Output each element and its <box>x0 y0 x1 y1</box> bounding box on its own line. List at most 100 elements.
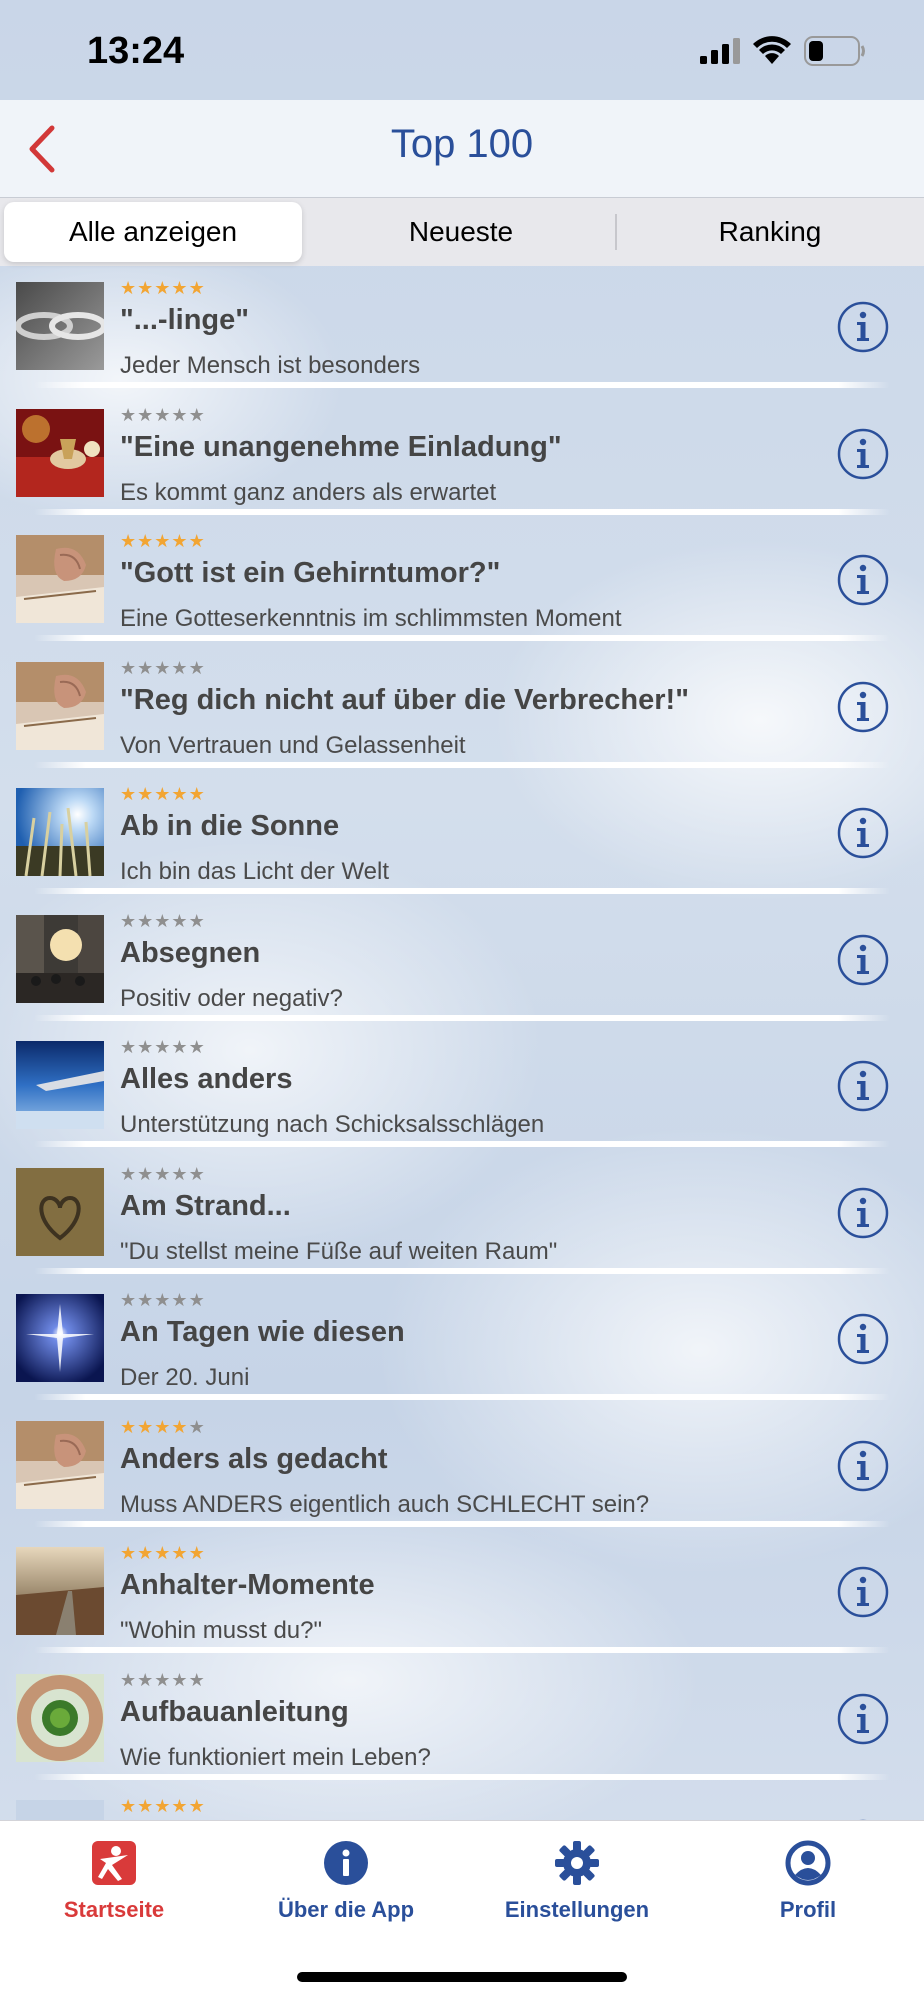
star-icon: ★ <box>188 531 206 552</box>
item-title: Anders als gedacht <box>120 1443 388 1475</box>
star-icon: ★ <box>171 1796 189 1817</box>
star-icon: ★ <box>120 1796 138 1817</box>
star-icon: ★ <box>137 1670 155 1691</box>
list-item[interactable]: ★★★★★ Am Strand... "Du stellst meine Füße … <box>0 1152 924 1278</box>
star-rating: ★★★★★ <box>120 1796 206 1817</box>
list-item[interactable]: ★★★★★ Ab in die Sonne Ich bin das Licht de… <box>0 772 924 898</box>
star-icon: ★ <box>188 1037 206 1058</box>
star-rating: ★★★★★ <box>120 1037 206 1058</box>
star-icon: ★ <box>137 784 155 805</box>
list-item[interactable]: ★★★★★ "Gott ist ein Gehirntumor?" Eine Got… <box>0 519 924 645</box>
segment-ranking[interactable]: Ranking <box>620 202 920 262</box>
row-separator <box>34 1015 890 1021</box>
item-subtitle: "Du stellst meine Füße auf weiten Raum" <box>120 1238 558 1265</box>
star-rating: ★★★★★ <box>120 531 206 552</box>
airplane-wing-thumbnail <box>16 1041 104 1129</box>
star-thumbnail <box>16 1294 104 1382</box>
info-button[interactable] <box>836 806 890 860</box>
sand-heart-thumbnail <box>16 1168 104 1256</box>
star-rating: ★★★★★ <box>120 1543 206 1564</box>
star-icon: ★ <box>188 1543 206 1564</box>
item-title: An Tagen wie diesen <box>120 1316 405 1348</box>
info-button[interactable] <box>836 1059 890 1113</box>
info-button[interactable] <box>836 300 890 354</box>
info-button[interactable] <box>836 1186 890 1240</box>
row-separator <box>34 509 890 515</box>
item-title: "...-linge" <box>120 304 249 336</box>
list-item[interactable]: ★★★★★ Anders als gedacht Muss ANDERS eigen… <box>0 1405 924 1531</box>
star-icon: ★ <box>137 1796 155 1817</box>
item-subtitle: Ich bin das Licht der Welt <box>120 858 390 885</box>
star-rating: ★★★★★ <box>120 1670 206 1691</box>
info-button[interactable] <box>836 1565 890 1619</box>
star-icon: ★ <box>137 1290 155 1311</box>
star-rating: ★★★★★ <box>120 784 206 805</box>
info-circle-icon <box>837 1187 889 1239</box>
list-item[interactable]: ★★★★★ "Reg dich nicht auf über die Verbre… <box>0 646 924 772</box>
row-separator <box>34 1647 890 1653</box>
battery-icon <box>804 36 865 66</box>
praying-hands-thumbnail <box>16 1421 104 1509</box>
info-circle-icon <box>837 1566 889 1618</box>
row-separator <box>34 1141 890 1147</box>
info-button[interactable] <box>836 1312 890 1366</box>
segmented-control: Alle anzeigen Neueste Ranking <box>0 198 924 266</box>
item-subtitle: Es kommt ganz anders als erwartet <box>120 479 497 506</box>
info-button[interactable] <box>836 933 890 987</box>
star-icon: ★ <box>137 1543 155 1564</box>
info-button[interactable] <box>836 1692 890 1746</box>
item-subtitle: Jeder Mensch ist besonders <box>120 352 421 379</box>
item-subtitle: Der 20. Juni <box>120 1364 250 1391</box>
star-icon: ★ <box>120 1417 138 1438</box>
info-button[interactable] <box>836 680 890 734</box>
star-icon: ★ <box>171 1417 189 1438</box>
star-icon: ★ <box>171 1290 189 1311</box>
item-subtitle: Muss ANDERS eigentlich auch SCHLECHT sei… <box>120 1491 650 1518</box>
info-circle-icon <box>837 554 889 606</box>
tab-startseite[interactable]: Startseite <box>14 1839 214 1939</box>
star-icon: ★ <box>120 1037 138 1058</box>
list-item[interactable]: ★★★★★ "...-linge" Jeder Mensch ist besonde… <box>0 266 924 392</box>
list-item[interactable]: ★★★★★ Aufbauanleitung Wie funktioniert mei… <box>0 1658 924 1784</box>
star-icon: ★ <box>120 784 138 805</box>
list-item[interactable]: ★★★★★ <box>0 1784 924 1820</box>
list-item[interactable]: ★★★★★ An Tagen wie diesen Der 20. Juni <box>0 1278 924 1404</box>
info-button[interactable] <box>836 1439 890 1493</box>
star-icon: ★ <box>137 531 155 552</box>
info-circle-icon <box>837 301 889 353</box>
star-icon: ★ <box>120 1670 138 1691</box>
info-button[interactable] <box>836 553 890 607</box>
red-table-thumbnail <box>16 409 104 497</box>
tab-label-startseite: Startseite <box>63 1897 165 1922</box>
item-title: Ab in die Sonne <box>120 810 340 842</box>
star-icon: ★ <box>154 911 172 932</box>
tab-einstellungen[interactable]: Einstellungen <box>477 1839 677 1939</box>
navigation-bar: Top 100 <box>0 100 924 198</box>
star-icon: ★ <box>120 405 138 426</box>
star-icon: ★ <box>188 1164 206 1185</box>
star-icon: ★ <box>154 1164 172 1185</box>
info-circle-icon <box>837 807 889 859</box>
item-subtitle: Positiv oder negativ? <box>120 985 343 1012</box>
star-icon: ★ <box>171 1670 189 1691</box>
tab-label-ueber-die-app: Über die App <box>277 1897 415 1922</box>
row-separator <box>34 1394 890 1400</box>
list-item[interactable]: ★★★★★ "Eine unangenehme Einladung" Es komm… <box>0 393 924 519</box>
tab-ueber-die-app[interactable]: Über die App <box>246 1839 446 1939</box>
list-item[interactable]: ★★★★★ Absegnen Positiv oder negativ? <box>0 899 924 1025</box>
segment-neueste[interactable]: Neueste <box>308 202 614 262</box>
star-icon: ★ <box>171 1037 189 1058</box>
star-icon: ★ <box>188 1290 206 1311</box>
star-icon: ★ <box>188 1796 206 1817</box>
profile-icon <box>785 1840 831 1886</box>
praying-hands-thumbnail <box>16 662 104 750</box>
item-subtitle: Eine Gotteserkenntnis im schlimmsten Mom… <box>120 605 622 632</box>
list-item[interactable]: ★★★★★ Alles anders Unterstützung nach Schi… <box>0 1025 924 1151</box>
segment-alle-anzeigen[interactable]: Alle anzeigen <box>4 202 302 262</box>
info-button[interactable] <box>836 427 890 481</box>
item-title: Anhalter-Momente <box>120 1569 375 1601</box>
star-rating: ★★★★★ <box>120 1417 206 1438</box>
row-separator <box>34 888 890 894</box>
list-item[interactable]: ★★★★★ Anhalter-Momente "Wohin musst du?" <box>0 1531 924 1657</box>
tab-profil[interactable]: Profil <box>708 1839 908 1939</box>
